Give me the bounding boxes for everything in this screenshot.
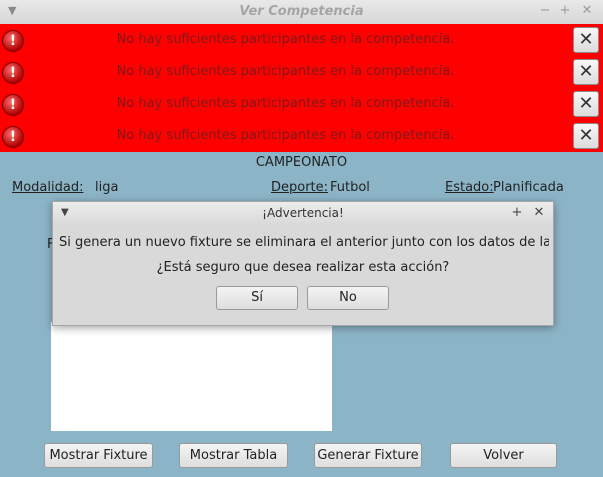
dialog-question: ¿Está seguro que desea realizar esta acc… xyxy=(156,260,450,275)
deporte-value: Futbol xyxy=(330,180,370,195)
error-banner: ! No hay suficientes participantes en la… xyxy=(0,120,603,152)
dialog-titlebar: ▼ ¡Advertencia! + ✕ xyxy=(53,202,553,224)
dismiss-button[interactable]: ✕ xyxy=(573,91,599,117)
error-message: No hay suficientes participantes en la c… xyxy=(116,128,455,143)
maximize-icon[interactable]: + xyxy=(558,3,572,18)
competition-name: CAMPEONATO xyxy=(255,155,348,170)
modalidad-value: liga xyxy=(95,180,119,195)
error-banner: ! No hay suficientes participantes en la… xyxy=(0,88,603,120)
generar-fixture-button[interactable]: Generar Fixture xyxy=(314,443,422,468)
estado-label: Estado: xyxy=(445,180,494,195)
modalidad-label: Modalidad: xyxy=(12,180,84,195)
dialog-maximize-icon[interactable]: + xyxy=(510,205,524,220)
error-banner: ! No hay suficientes participantes en la… xyxy=(0,24,603,56)
window-title: Ver Competencia xyxy=(239,4,364,19)
dialog-message: Si genera un nuevo fixture se eliminara … xyxy=(59,235,549,250)
dialog-close-icon[interactable]: ✕ xyxy=(532,205,546,220)
error-message: No hay suficientes participantes en la c… xyxy=(116,64,455,79)
participants-list[interactable] xyxy=(51,322,332,431)
dialog-title: ¡Advertencia! xyxy=(262,206,344,220)
mostrar-fixture-button[interactable]: Mostrar Fixture xyxy=(44,443,153,468)
yes-button[interactable]: Sí xyxy=(216,286,298,310)
estado-value: Planificada xyxy=(493,180,564,195)
volver-button[interactable]: Volver xyxy=(450,443,557,468)
close-window-icon[interactable]: ✕ xyxy=(580,3,594,18)
dismiss-button[interactable]: ✕ xyxy=(573,27,599,53)
no-button[interactable]: No xyxy=(307,286,389,310)
window-titlebar: ▼ Ver Competencia − + ✕ xyxy=(0,0,603,25)
minimize-icon[interactable]: − xyxy=(538,3,552,18)
mostrar-tabla-button[interactable]: Mostrar Tabla xyxy=(179,443,288,468)
dismiss-button[interactable]: ✕ xyxy=(573,123,599,149)
warning-dialog: ▼ ¡Advertencia! + ✕ Si genera un nuevo f… xyxy=(52,201,554,326)
error-banner: ! No hay suficientes participantes en la… xyxy=(0,56,603,88)
deporte-label: Deporte: xyxy=(271,180,329,195)
error-message: No hay suficientes participantes en la c… xyxy=(116,32,455,47)
dismiss-button[interactable]: ✕ xyxy=(573,59,599,85)
error-message: No hay suficientes participantes en la c… xyxy=(116,96,455,111)
